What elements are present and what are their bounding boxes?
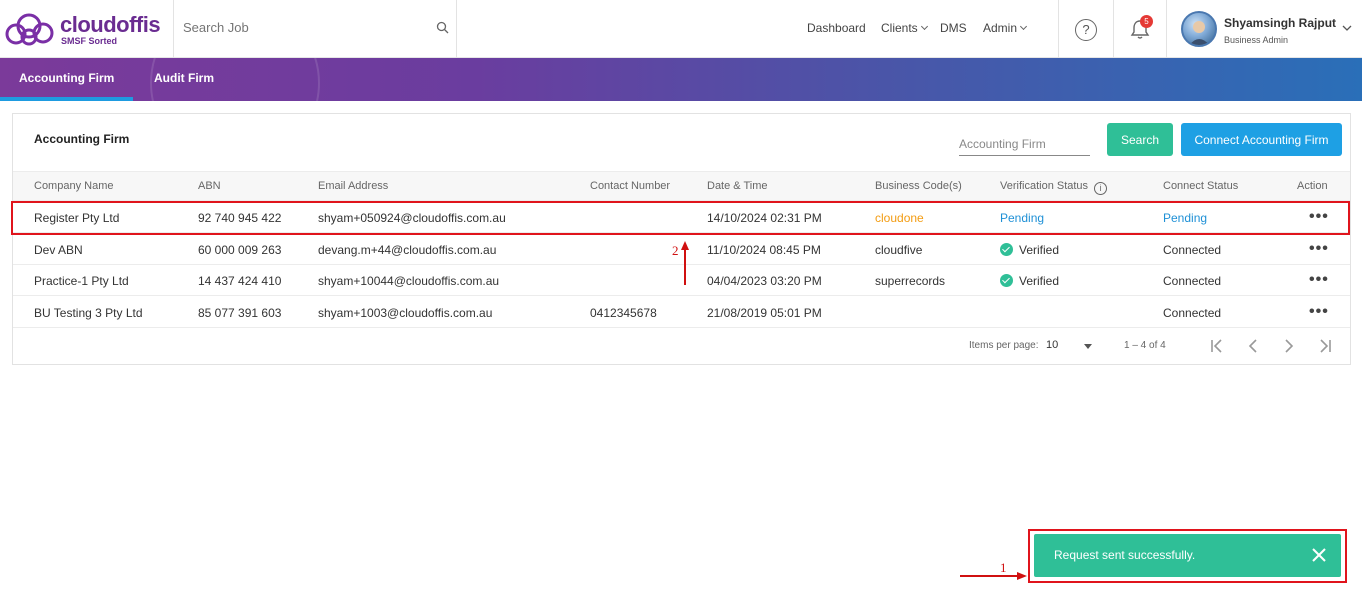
email: devang.m+44@cloudoffis.com.au bbox=[318, 243, 497, 257]
column-header: Date & Time bbox=[707, 180, 768, 192]
card-title: Accounting Firm bbox=[34, 132, 130, 146]
divider bbox=[456, 0, 457, 58]
verification-label: Verified bbox=[1019, 274, 1060, 288]
items-per-page-select[interactable]: 10 bbox=[1046, 339, 1058, 351]
search-job-input[interactable] bbox=[183, 20, 443, 35]
company-name: Practice-1 Pty Ltd bbox=[34, 274, 129, 288]
tab-bar: Accounting Firm Audit Firm bbox=[0, 58, 1362, 101]
cloud-logo-icon bbox=[5, 13, 54, 46]
user-name[interactable]: Shyamsingh Rajput bbox=[1224, 16, 1336, 30]
column-header: Connect Status bbox=[1163, 180, 1239, 192]
date-time: 11/10/2024 08:45 PM bbox=[707, 243, 821, 257]
check-circle-icon bbox=[1000, 274, 1013, 287]
verification-label: Verified bbox=[1019, 243, 1060, 257]
previous-page-icon[interactable] bbox=[1243, 336, 1263, 356]
business-code: cloudfive bbox=[875, 243, 923, 257]
nav-admin[interactable]: Admin bbox=[983, 21, 1028, 35]
annotation-arrow-right-icon bbox=[960, 572, 1027, 580]
close-icon[interactable] bbox=[1310, 546, 1328, 564]
date-time: 04/04/2023 03:20 PM bbox=[707, 274, 822, 288]
column-header: Action bbox=[1297, 180, 1328, 192]
connect-status: Connected bbox=[1163, 243, 1222, 257]
connect-status: Connected bbox=[1163, 274, 1222, 288]
annotation-label: 1 bbox=[1000, 560, 1007, 575]
verification-status: Verified bbox=[1000, 243, 1059, 257]
column-header: Business Code(s) bbox=[875, 180, 962, 192]
more-actions-icon[interactable]: ••• bbox=[1309, 271, 1329, 289]
more-actions-icon[interactable]: ••• bbox=[1309, 303, 1329, 321]
avatar[interactable] bbox=[1181, 11, 1217, 47]
divider bbox=[1113, 0, 1114, 58]
logo-tagline: SMSF Sorted bbox=[61, 36, 118, 46]
table-header: Company Name ABN Email Address Contact N… bbox=[13, 171, 1350, 201]
caret-down-icon[interactable] bbox=[1084, 344, 1092, 349]
tab-accounting-firm[interactable]: Accounting Firm bbox=[19, 71, 114, 85]
last-page-icon[interactable] bbox=[1315, 336, 1335, 356]
accounting-firm-filter-input[interactable] bbox=[959, 132, 1090, 156]
accounting-firm-card: Accounting Firm Search Connect Accountin… bbox=[12, 113, 1351, 365]
connect-status: Connected bbox=[1163, 306, 1222, 320]
notification-badge: 5 bbox=[1140, 15, 1153, 28]
email: shyam+10044@cloudoffis.com.au bbox=[318, 274, 500, 288]
company-name: Dev ABN bbox=[34, 243, 83, 257]
table-row[interactable]: BU Testing 3 Pty Ltd 85 077 391 603 shya… bbox=[13, 297, 1350, 328]
abn: 14 437 424 410 bbox=[198, 274, 282, 288]
company-name: BU Testing 3 Pty Ltd bbox=[34, 306, 143, 320]
check-circle-icon bbox=[1000, 243, 1013, 256]
column-header: Company Name bbox=[34, 180, 114, 192]
paginator: Items per page: 10 1 – 4 of 4 bbox=[13, 332, 1350, 362]
column-header: Verification Status bbox=[1000, 180, 1089, 192]
search-icon[interactable] bbox=[436, 21, 449, 34]
next-page-icon[interactable] bbox=[1279, 336, 1299, 356]
active-tab-indicator bbox=[0, 97, 133, 101]
column-header: ABN bbox=[198, 180, 221, 192]
nav-clients[interactable]: Clients bbox=[881, 21, 928, 35]
logo[interactable]: cloudoffis SMSF Sorted bbox=[4, 10, 164, 50]
info-icon[interactable]: i bbox=[1094, 182, 1108, 195]
abn: 85 077 391 603 bbox=[198, 306, 282, 320]
divider bbox=[1058, 0, 1059, 58]
nav-clients-label: Clients bbox=[881, 21, 918, 35]
items-per-page-label: Items per page: bbox=[969, 340, 1039, 351]
divider bbox=[173, 0, 174, 58]
page-range: 1 – 4 of 4 bbox=[1124, 340, 1166, 351]
more-actions-icon[interactable]: ••• bbox=[1309, 240, 1329, 258]
abn: 60 000 009 263 bbox=[198, 243, 282, 257]
user-role: Business Admin bbox=[1224, 35, 1289, 45]
nav-dms[interactable]: DMS bbox=[940, 21, 967, 35]
nav-admin-label: Admin bbox=[983, 21, 1018, 35]
date-time: 21/08/2019 05:01 PM bbox=[707, 306, 822, 320]
search-button[interactable]: Search bbox=[1107, 123, 1173, 156]
avatar-image bbox=[1189, 21, 1210, 45]
success-toast: Request sent successfully. bbox=[1034, 534, 1341, 577]
column-header-verification: Verification Status i bbox=[1000, 180, 1108, 195]
divider bbox=[1166, 0, 1167, 58]
chevron-down-icon bbox=[920, 22, 928, 31]
first-page-icon[interactable] bbox=[1207, 336, 1227, 356]
contact-number: 0412345678 bbox=[590, 306, 657, 320]
connect-accounting-firm-button[interactable]: Connect Accounting Firm bbox=[1181, 123, 1342, 156]
tab-audit-firm[interactable]: Audit Firm bbox=[154, 71, 214, 85]
annotation-highlight-row bbox=[11, 201, 1350, 235]
column-header: Contact Number bbox=[590, 180, 671, 192]
annotation-label: 2 bbox=[672, 243, 679, 258]
logo-text: cloudoffis bbox=[60, 12, 161, 37]
verification-status: Verified bbox=[1000, 274, 1059, 288]
chevron-down-icon bbox=[1019, 22, 1028, 31]
top-header: cloudoffis SMSF Sorted Dashboard Clients… bbox=[0, 0, 1362, 58]
business-code: superrecords bbox=[875, 274, 946, 288]
column-header: Email Address bbox=[318, 180, 389, 192]
chevron-down-icon[interactable] bbox=[1342, 24, 1352, 32]
nav-dashboard[interactable]: Dashboard bbox=[807, 21, 866, 35]
toast-message: Request sent successfully. bbox=[1054, 548, 1196, 562]
help-icon[interactable]: ? bbox=[1075, 19, 1097, 41]
email: shyam+1003@cloudoffis.com.au bbox=[318, 306, 493, 320]
